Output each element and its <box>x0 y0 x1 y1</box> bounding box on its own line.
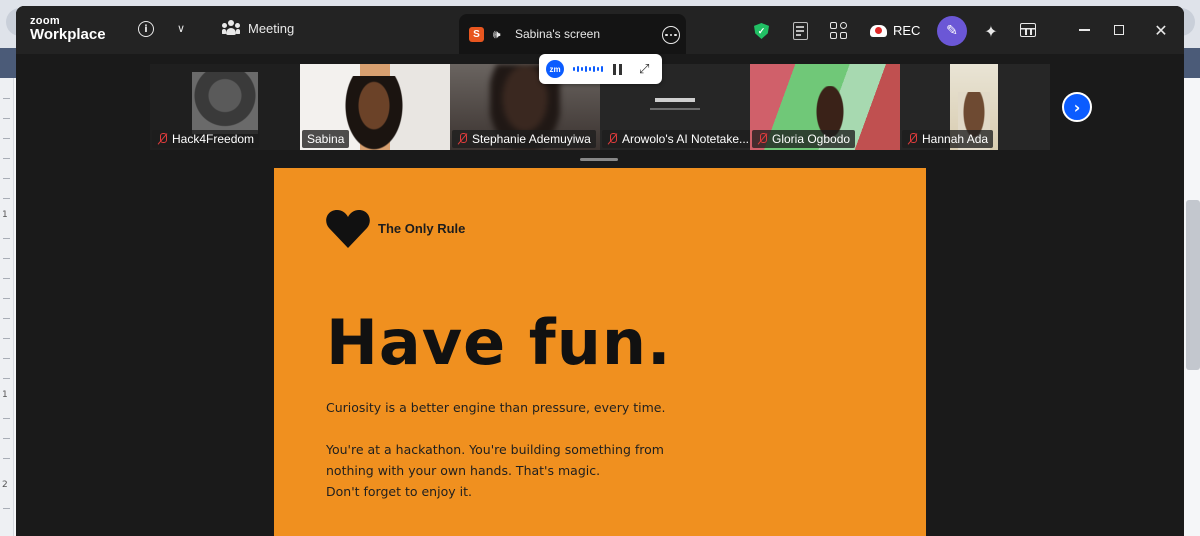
minimize-icon[interactable] <box>1074 20 1094 40</box>
logo-line2: Workplace <box>30 26 106 43</box>
zoom-logo: zoom Workplace <box>30 15 106 43</box>
info-icon[interactable]: i <box>138 21 154 37</box>
view-layout-icon[interactable] <box>1020 23 1036 37</box>
notes-icon[interactable] <box>793 22 808 40</box>
share-screen-tab[interactable]: S 🕪 Sabina's screen <box>459 14 686 54</box>
ruler-mark: 2 <box>2 480 8 490</box>
meeting-label: Meeting <box>248 20 295 36</box>
strip-drag-handle[interactable] <box>580 158 618 161</box>
share-screen-label: Sabina's screen <box>515 27 601 41</box>
participant-name-tag: Gloria Ogbodo <box>752 130 856 148</box>
slide-body-line: You're at a hackathon. You're building s… <box>326 442 664 457</box>
security-shield-icon[interactable]: ✓ <box>754 23 769 39</box>
zoom-window: zoom Workplace i ∨ Meeting S 🕪 Sabina's … <box>16 6 1184 536</box>
meeting-button[interactable]: Meeting <box>222 20 294 36</box>
participant-name-tag: Stephanie Ademuyiwa <box>452 130 596 148</box>
participant-name-tag: Arowolo's AI Notetake... <box>602 130 750 148</box>
notetaker-subtitle <box>650 108 700 110</box>
participant-name: Gloria Ogbodo <box>772 132 851 146</box>
record-button[interactable]: REC <box>870 23 920 38</box>
participant-tile-active[interactable]: Sabina <box>300 64 450 150</box>
participant-name-tag: Hack4Freedom <box>152 130 260 148</box>
background-scrollbar[interactable] <box>1186 200 1200 370</box>
annotate-pen-icon[interactable]: ✎ <box>937 16 967 46</box>
mic-muted-icon <box>607 133 618 145</box>
participant-name: Hannah Ada <box>922 132 989 146</box>
vertical-ruler: 1 1 2 <box>0 78 14 536</box>
slide-body-line: Don't forget to enjoy it. <box>326 484 472 499</box>
mic-muted-icon <box>907 133 918 145</box>
participant-tile[interactable]: Gloria Ogbodo <box>750 64 900 150</box>
shared-slide: The Only Rule Have fun. Curiosity is a b… <box>274 168 926 536</box>
title-bar: zoom Workplace i ∨ Meeting S 🕪 Sabina's … <box>16 6 1184 54</box>
next-participants-button[interactable]: › <box>1062 92 1092 122</box>
pause-share-icon[interactable] <box>613 63 622 75</box>
participant-name-tag: Hannah Ada <box>902 130 994 148</box>
participant-tile[interactable]: Hack4Freedom <box>150 64 300 150</box>
people-icon <box>222 20 240 36</box>
mic-muted-icon <box>157 133 168 145</box>
ruler-mark: 1 <box>2 210 8 220</box>
expand-icon[interactable]: ⤢ <box>639 62 649 77</box>
participant-name: Arowolo's AI Notetake... <box>622 132 750 146</box>
participant-name: Sabina <box>307 132 345 146</box>
more-options-icon[interactable] <box>662 26 680 44</box>
cloud-record-icon <box>870 24 887 37</box>
participant-name: Hack4Freedom <box>172 132 255 146</box>
slide-body-line: nothing with your own hands. That's magi… <box>326 463 601 478</box>
zm-logo: zm <box>546 60 564 78</box>
audio-wave-icon <box>573 66 603 72</box>
participant-name: Stephanie Ademuyiwa <box>472 132 591 146</box>
participant-face <box>345 76 403 150</box>
ai-companion-sparkle-icon[interactable]: ✦ <box>981 21 1001 41</box>
participant-photo <box>192 72 258 134</box>
participant-name-tag: Sabina <box>302 130 350 148</box>
slide-rule-label: The Only Rule <box>378 221 466 236</box>
notetaker-logo <box>655 98 695 102</box>
apps-icon[interactable] <box>830 22 848 40</box>
ruler-mark: 1 <box>2 390 8 400</box>
slide-body-line: Curiosity is a better engine than pressu… <box>326 400 666 415</box>
floating-share-controls: zm ⤢ <box>539 54 662 84</box>
mic-muted-icon <box>757 133 768 145</box>
speaker-icon[interactable]: 🕪 <box>493 27 509 41</box>
sharer-badge: S <box>469 26 484 42</box>
close-icon[interactable]: ✕ <box>1151 20 1171 40</box>
participant-tile[interactable]: Hannah Ada <box>900 64 1050 150</box>
heart-icon <box>326 210 370 248</box>
slide-headline: Have fun. <box>326 306 672 379</box>
mic-muted-icon <box>457 133 468 145</box>
maximize-icon[interactable] <box>1109 20 1129 40</box>
chevron-down-icon[interactable]: ∨ <box>173 20 189 36</box>
record-label: REC <box>893 23 921 38</box>
